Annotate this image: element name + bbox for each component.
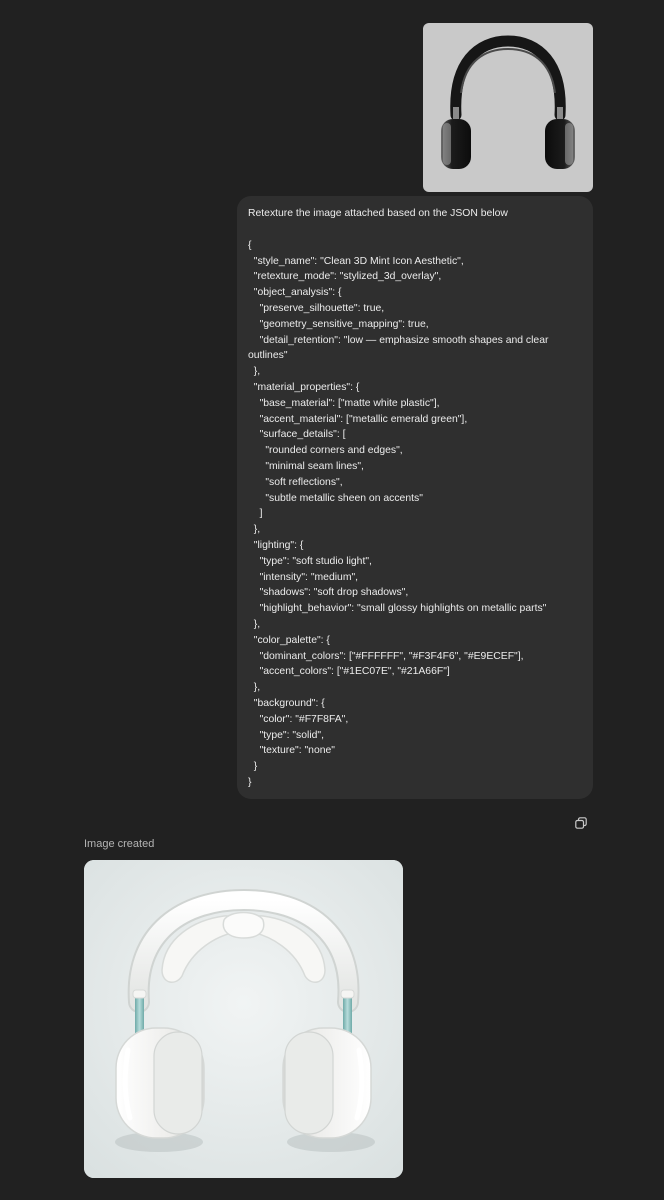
- prompt-json-text: { "style_name": "Clean 3D Mint Icon Aest…: [248, 239, 549, 788]
- user-message-bubble: Retexture the image attached based on th…: [237, 196, 593, 799]
- attached-headphones-image[interactable]: [423, 23, 593, 192]
- generated-headphones-image[interactable]: [84, 860, 403, 1178]
- white-headphones-illustration: [84, 860, 403, 1178]
- black-headphones-illustration: [441, 35, 575, 169]
- copy-icon[interactable]: [573, 815, 589, 831]
- copy-glyph: [575, 817, 587, 829]
- prompt-intro-text: Retexture the image attached based on th…: [248, 208, 508, 219]
- image-created-label: Image created: [84, 838, 155, 850]
- chat-page: Retexture the image attached based on th…: [0, 0, 664, 1200]
